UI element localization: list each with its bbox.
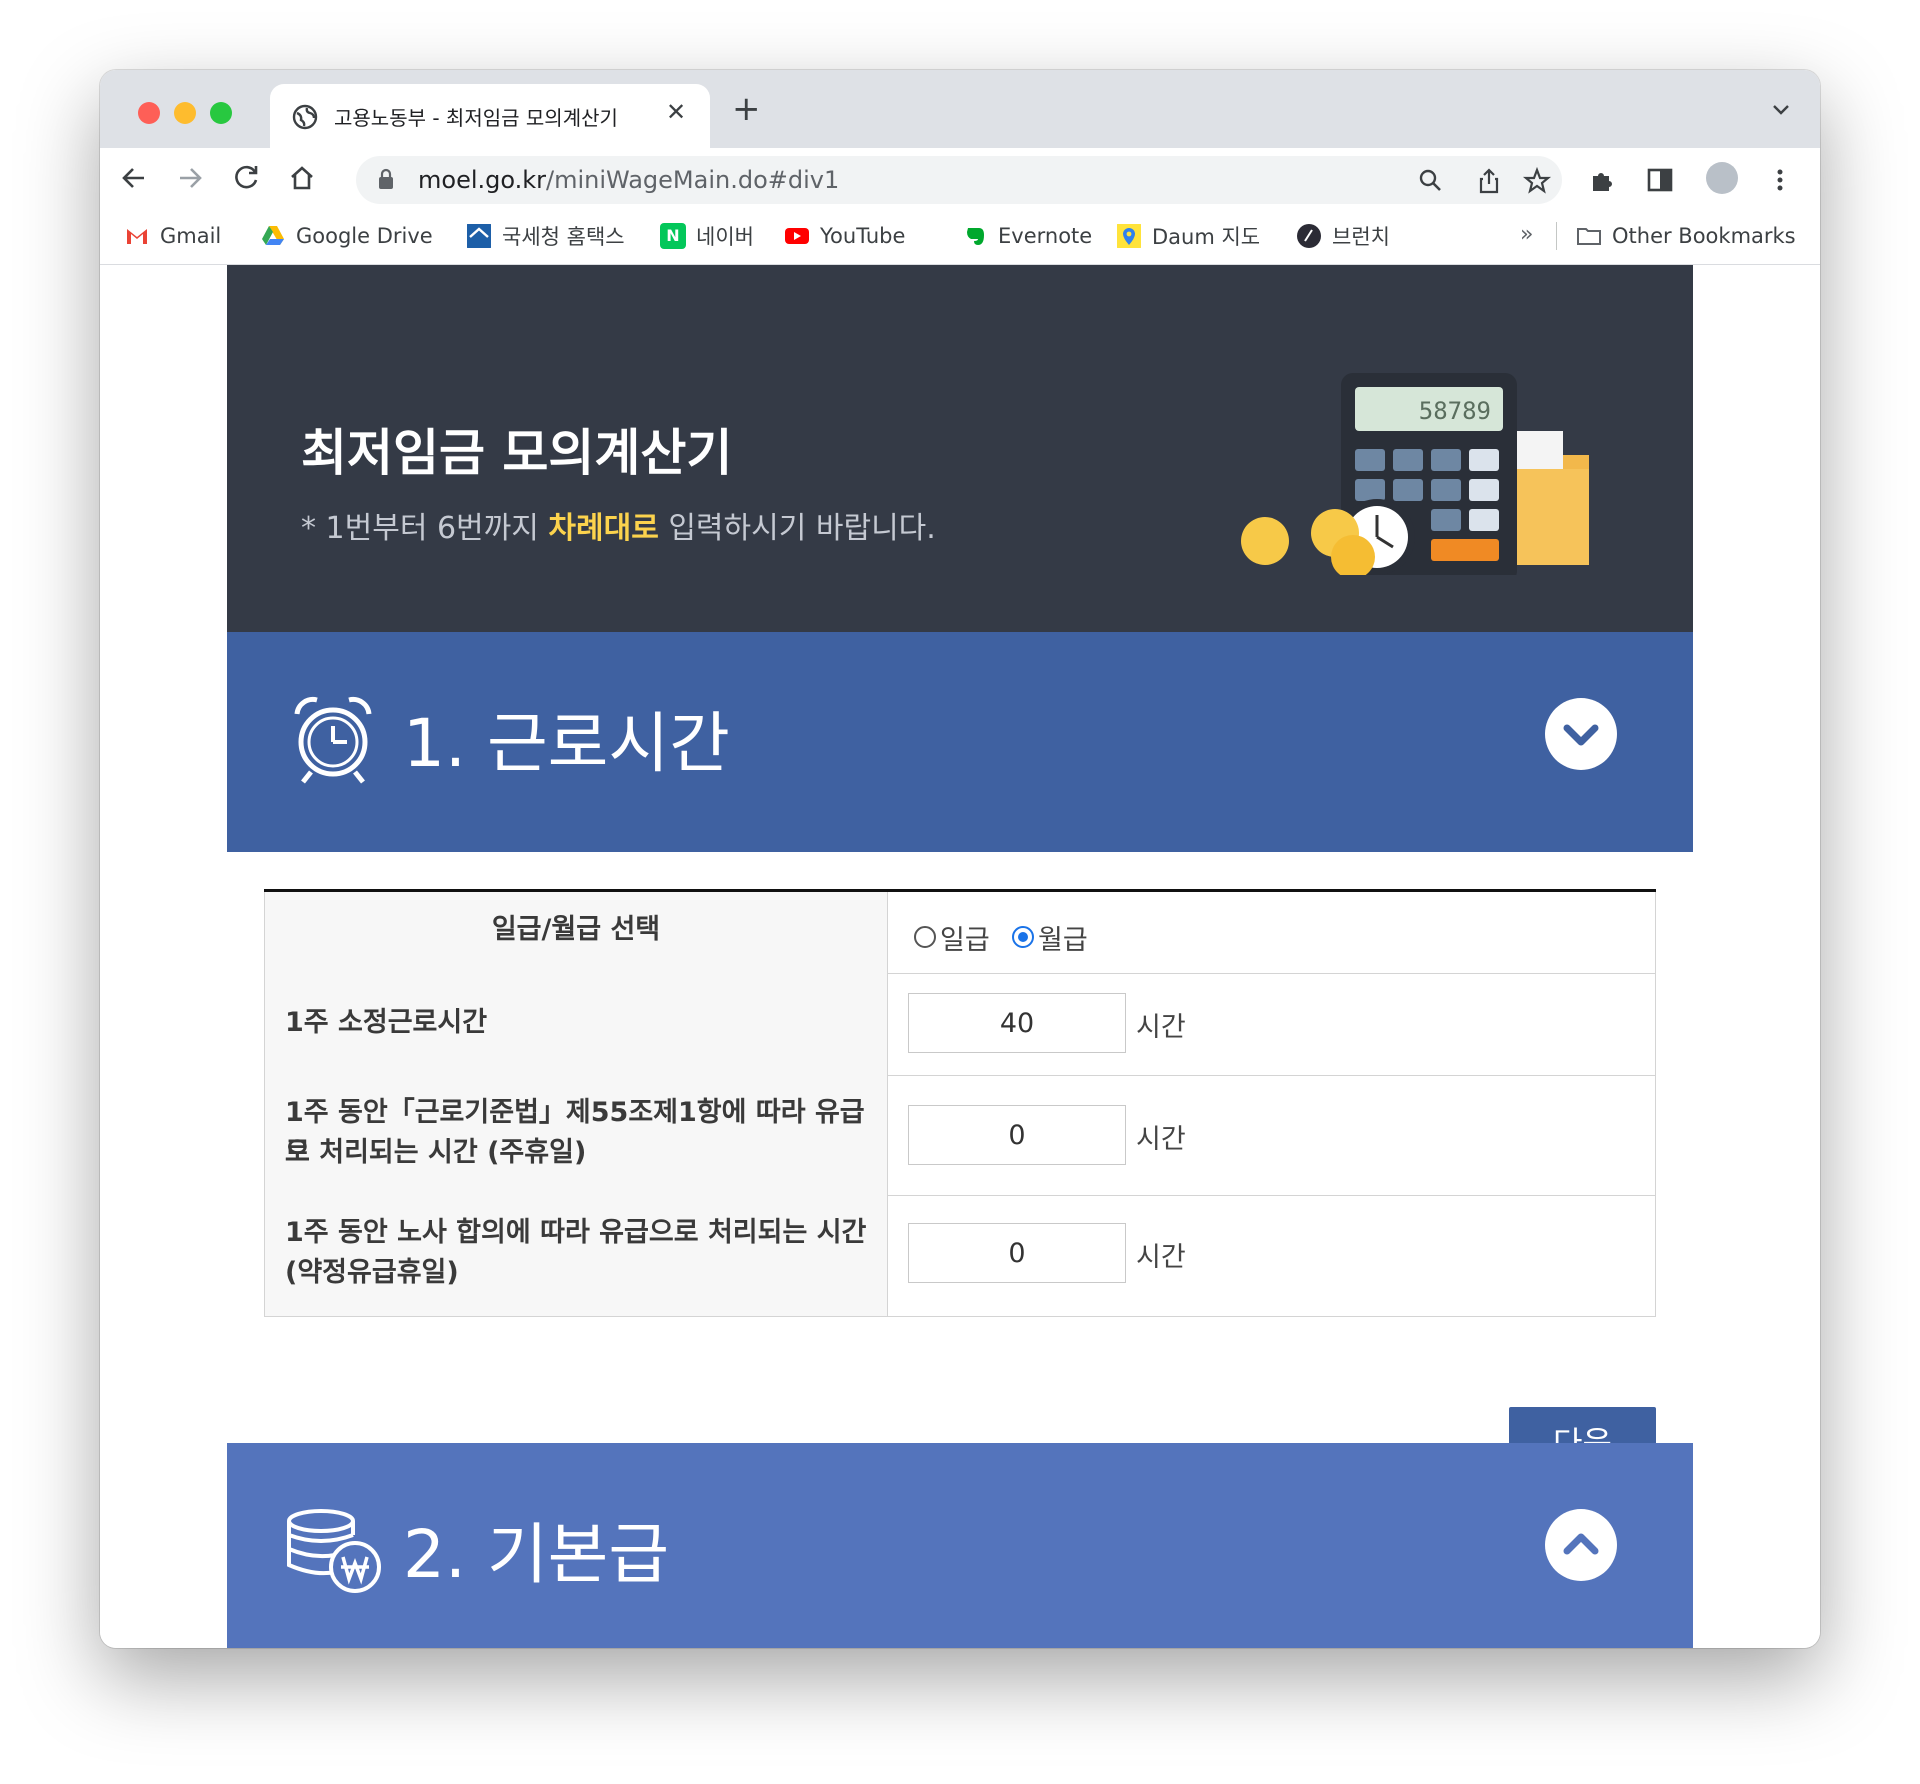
bookmark-youtube[interactable]: YouTube: [784, 222, 905, 250]
section-title: 2. 기본급: [403, 1516, 670, 1593]
bookmark-google-drive[interactable]: Google Drive: [260, 222, 433, 250]
agreed-holiday-label-cell: 1주 동안 노사 합의에 따라 유급으로 처리되는 시간 (약정유급휴일): [264, 1195, 888, 1316]
page-title: 최저임금 모의계산기: [301, 424, 733, 482]
browser-toolbar: moel.go.kr/miniWageMain.do#div1: [100, 148, 1820, 208]
home-icon[interactable]: [282, 158, 322, 198]
coins-won-icon: [287, 1509, 381, 1593]
chevron-down-icon: [1563, 724, 1599, 746]
radio-monthly-label[interactable]: 월급: [1038, 918, 1088, 957]
section-expand-toggle[interactable]: [1545, 1509, 1617, 1581]
url-path: /miniWageMain.do#div1: [546, 166, 840, 194]
bookmark-naver[interactable]: N 네이버: [660, 222, 754, 250]
instruction-text: * 1번부터 6번까지 차례대로 입력하시기 바랍니다.: [301, 511, 936, 546]
browser-tab-active[interactable]: 고용노동부 - 최저임금 모의계산기 ✕: [270, 84, 710, 148]
youtube-icon: [785, 228, 809, 244]
folder-icon: [1577, 228, 1601, 245]
pay-type-value-cell: 일급 월급: [888, 892, 1656, 973]
weekly-hours-row: 1주 소정근로시간 40 시간: [264, 973, 1656, 1076]
work-hours-form: 일급/월급 선택 일급 월급 1주 소정근로시간 40 시간 1주 동안「근로기…: [264, 889, 1656, 1317]
bookmarks-divider: [1556, 222, 1557, 250]
agreed-holiday-unit: 시간: [1136, 1242, 1186, 1273]
radio-daily[interactable]: [914, 926, 936, 948]
hero-banner: 최저임금 모의계산기 * 1번부터 6번까지 차례대로 입력하시기 바랍니다. …: [227, 265, 1693, 632]
agreed-holiday-row: 1주 동안 노사 합의에 따라 유급으로 처리되는 시간 (약정유급휴일) 0 …: [264, 1195, 1656, 1317]
agreed-holiday-value-cell: 0 시간: [888, 1195, 1656, 1316]
bookmark-gmail[interactable]: Gmail: [124, 222, 221, 250]
hometax-icon: [467, 224, 491, 248]
instruction-highlight: 차례대로: [548, 511, 659, 546]
back-arrow-icon[interactable]: [114, 158, 154, 198]
tab-title: 고용노동부 - 최저임금 모의계산기: [334, 106, 618, 130]
weekly-hours-label-cell: 1주 소정근로시간: [264, 973, 888, 1075]
weekly-holiday-row: 1주 동안「근로기준법」제55조제1항에 따라 유급으 로 처리되는 시간 (주…: [264, 1075, 1656, 1196]
weekly-holiday-label-line2: 로 처리되는 시간 (주휴일): [285, 1137, 587, 1168]
weekly-holiday-label-cell: 1주 동안「근로기준법」제55조제1항에 따라 유급으 로 처리되는 시간 (주…: [264, 1075, 888, 1195]
evernote-icon: [967, 228, 984, 245]
agreed-holiday-label-line2: (약정유급휴일): [285, 1257, 459, 1288]
pay-type-row: 일급/월급 선택 일급 월급: [264, 892, 1656, 974]
close-window-button[interactable]: [138, 102, 160, 124]
agreed-holiday-input[interactable]: 0: [908, 1223, 1126, 1283]
profile-avatar[interactable]: [1706, 162, 1738, 194]
globe-icon: [292, 104, 318, 130]
lock-icon[interactable]: [378, 168, 394, 190]
alarm-clock-icon: [294, 697, 372, 784]
more-menu-icon[interactable]: [1764, 164, 1796, 196]
weekly-holiday-unit: 시간: [1136, 1124, 1186, 1155]
extensions-puzzle-icon[interactable]: [1586, 164, 1618, 196]
weekly-hours-input[interactable]: 40: [908, 993, 1126, 1053]
brunch-icon: [1297, 224, 1321, 248]
section-title: 1. 근로시간: [403, 705, 730, 782]
section-collapse-toggle[interactable]: [1545, 698, 1617, 770]
section-base-pay[interactable]: 2. 기본급: [227, 1443, 1693, 1648]
url-text[interactable]: moel.go.kr/miniWageMain.do#div1: [418, 166, 839, 194]
url-domain: moel.go.kr: [418, 166, 547, 194]
bookmark-brunch[interactable]: 브런치: [1296, 222, 1390, 250]
side-panel-icon[interactable]: [1644, 164, 1676, 196]
bookmark-evernote[interactable]: Evernote: [962, 222, 1092, 250]
pay-type-label-cell: 일급/월급 선택: [264, 892, 888, 973]
bookmark-hometax[interactable]: 국세청 홈택스: [466, 222, 625, 250]
tab-search-chevron-icon[interactable]: [1770, 98, 1792, 120]
weekly-hours-unit: 시간: [1136, 1012, 1186, 1043]
share-icon[interactable]: [1474, 166, 1504, 196]
forward-arrow-icon[interactable]: [170, 158, 210, 198]
reload-icon[interactable]: [226, 158, 266, 198]
section-work-hours[interactable]: 1. 근로시간: [227, 632, 1693, 852]
naver-icon: N: [660, 223, 686, 249]
weekly-hours-label: 1주 소정근로시간: [285, 1007, 488, 1038]
bookmark-star-icon[interactable]: [1522, 166, 1552, 196]
bookmarks-overflow-button[interactable]: »: [1520, 222, 1533, 247]
agreed-holiday-label-line1: 1주 동안 노사 합의에 따라 유급으로 처리되는 시간: [285, 1217, 867, 1248]
bookmarks-bar: Gmail Google Drive 국세청 홈택스 N 네이버 YouTube…: [100, 208, 1820, 265]
gmail-icon: [127, 229, 147, 244]
address-bar[interactable]: moel.go.kr/miniWageMain.do#div1: [356, 156, 1562, 204]
tab-close-icon[interactable]: ✕: [666, 98, 686, 126]
tab-strip: 고용노동부 - 최저임금 모의계산기 ✕ +: [100, 70, 1820, 148]
weekly-holiday-value-cell: 0 시간: [888, 1075, 1656, 1195]
bookmark-daum-map[interactable]: Daum 지도: [1116, 222, 1260, 250]
page-content: 최저임금 모의계산기 * 1번부터 6번까지 차례대로 입력하시기 바랍니다. …: [100, 265, 1820, 1648]
google-drive-icon: [262, 226, 284, 245]
new-tab-button[interactable]: +: [732, 92, 761, 126]
daum-map-icon: [1117, 224, 1141, 248]
maximize-window-button[interactable]: [210, 102, 232, 124]
minimize-window-button[interactable]: [174, 102, 196, 124]
other-bookmarks-folder[interactable]: Other Bookmarks: [1576, 222, 1796, 250]
weekly-holiday-input[interactable]: 0: [908, 1105, 1126, 1165]
calculator-illustration: 58789: [1241, 373, 1589, 575]
browser-window: 고용노동부 - 최저임금 모의계산기 ✕ + moel.go.kr/miniWa…: [100, 70, 1820, 1648]
radio-daily-label[interactable]: 일급: [940, 918, 990, 957]
weekly-hours-value-cell: 40 시간: [888, 973, 1656, 1075]
calculator-display: 58789: [1419, 397, 1491, 425]
search-icon[interactable]: [1416, 166, 1446, 196]
radio-monthly[interactable]: [1012, 926, 1034, 948]
chevron-up-icon: [1563, 1533, 1599, 1555]
pay-type-label: 일급/월급 선택: [491, 914, 661, 945]
